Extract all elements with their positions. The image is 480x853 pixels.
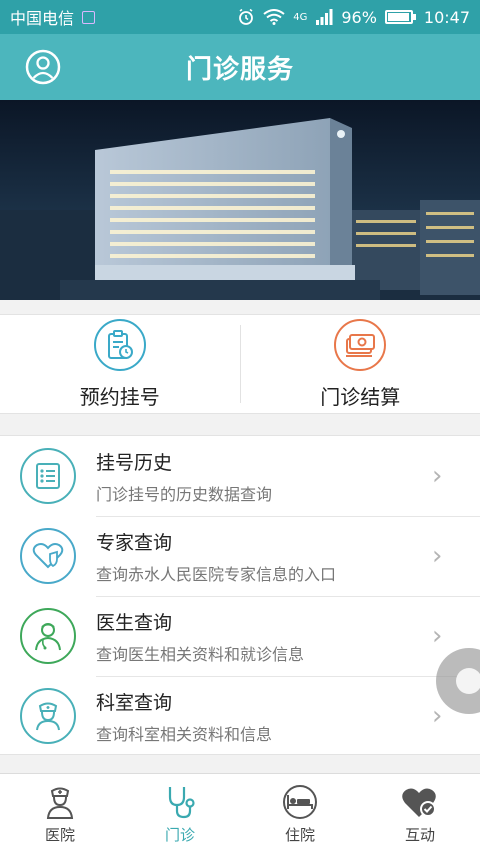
- alarm-icon: [239, 8, 254, 25]
- signal-icon: [316, 9, 333, 25]
- sim-card-icon: [82, 10, 96, 24]
- settlement-label: 门诊结算: [320, 384, 401, 409]
- cash-payment-icon: [334, 318, 387, 371]
- hospital-building-illustration: [0, 100, 480, 300]
- tab-outpatient[interactable]: 门诊: [120, 774, 240, 853]
- list-item-subtitle: 查询赤水人民医院专家信息的入口: [96, 564, 337, 584]
- tab-label: 互动: [404, 826, 435, 844]
- appointment-button[interactable]: 预约挂号: [0, 315, 240, 413]
- stethoscope-icon: [168, 787, 195, 819]
- tab-label: 住院: [284, 826, 315, 844]
- quick-actions: 预约挂号 门诊结算: [0, 314, 480, 414]
- clock-time: 10:47: [423, 7, 470, 27]
- list-item-subtitle: 查询医生相关资料和就诊信息: [96, 644, 305, 664]
- heart-shield-icon: [20, 528, 76, 584]
- bottom-tab-bar: 医院 门诊 住院 互动: [0, 773, 480, 853]
- list-icon: [20, 448, 76, 504]
- status-bar: 中国电信 4G 96% 10:47: [0, 0, 480, 34]
- appointment-clipboard-icon: [93, 318, 146, 371]
- carrier-name: 中国电信: [10, 9, 75, 28]
- list-item-title: 医生查询: [96, 611, 173, 634]
- list-item-registration-history[interactable]: 挂号历史 门诊挂号的历史数据查询 ›: [0, 436, 480, 516]
- outpatient-settlement-button[interactable]: 门诊结算: [241, 315, 480, 413]
- hospital-banner-image[interactable]: [0, 100, 480, 300]
- app-bar: 门诊服务: [0, 34, 480, 100]
- tab-inpatient[interactable]: 住院: [240, 774, 360, 853]
- battery-icon: [384, 10, 413, 24]
- tab-label: 门诊: [164, 826, 195, 844]
- heart-check-icon: [402, 788, 436, 817]
- service-list: 挂号历史 门诊挂号的历史数据查询 › 专家查询 查询赤水人民医院专家信息的入口 …: [0, 435, 480, 755]
- tab-hospital[interactable]: 医院: [0, 774, 120, 853]
- bed-icon: [283, 785, 317, 819]
- list-item-doctor-search[interactable]: 医生查询 查询医生相关资料和就诊信息 ›: [0, 596, 480, 676]
- network-type: 4G: [293, 11, 308, 23]
- list-item-title: 专家查询: [96, 531, 173, 554]
- appointment-label: 预约挂号: [79, 384, 160, 409]
- tab-label: 医院: [44, 826, 75, 844]
- chevron-right-icon: ›: [432, 621, 443, 651]
- user-circle-icon[interactable]: [24, 48, 62, 86]
- list-item-subtitle: 查询科室相关资料和信息: [96, 724, 273, 744]
- page-title: 门诊服务: [185, 54, 294, 85]
- list-item-title: 挂号历史: [96, 451, 173, 474]
- tab-interaction[interactable]: 互动: [360, 774, 480, 853]
- list-item-department-search[interactable]: 科室查询 查询科室相关资料和信息 ›: [0, 676, 480, 756]
- wifi-icon: [263, 9, 285, 25]
- nurse-icon: [20, 688, 76, 744]
- battery-percent: 96%: [341, 7, 377, 27]
- list-item-title: 科室查询: [96, 691, 173, 714]
- chevron-right-icon: ›: [432, 461, 443, 491]
- chevron-right-icon: ›: [432, 541, 443, 571]
- list-item-expert-search[interactable]: 专家查询 查询赤水人民医院专家信息的入口 ›: [0, 516, 480, 596]
- list-item-subtitle: 门诊挂号的历史数据查询: [96, 484, 273, 504]
- doctor-icon: [20, 608, 76, 664]
- hospital-nurse-icon: [46, 787, 74, 819]
